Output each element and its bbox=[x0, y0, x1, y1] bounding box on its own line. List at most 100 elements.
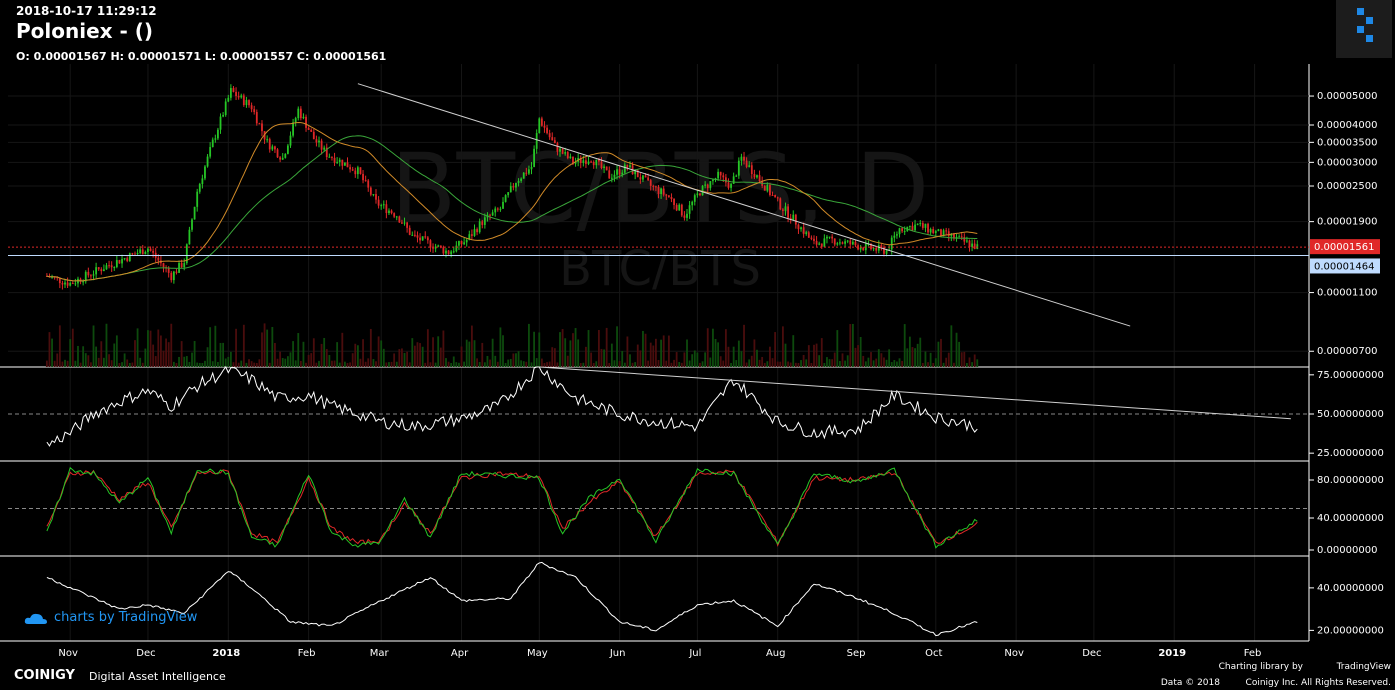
candle-body bbox=[898, 228, 901, 235]
volume-bar bbox=[512, 353, 515, 367]
volume-bar bbox=[356, 345, 359, 367]
volume-bar bbox=[61, 361, 64, 367]
volume-bar bbox=[489, 359, 491, 367]
volume-bar bbox=[406, 351, 409, 367]
candle-body bbox=[299, 108, 302, 119]
x-tick-label: 2019 bbox=[1158, 648, 1186, 659]
volume-bar bbox=[191, 352, 193, 367]
candle-body bbox=[807, 232, 810, 238]
volume-bar bbox=[976, 359, 979, 367]
volume-bar bbox=[204, 360, 206, 367]
candle-body bbox=[455, 245, 458, 252]
copyright-label: Data © 2018 bbox=[1160, 678, 1220, 688]
candle-body bbox=[447, 250, 450, 255]
candle-body bbox=[717, 171, 720, 179]
volume-bar bbox=[597, 329, 600, 367]
volume-bar bbox=[608, 362, 611, 367]
volume-bar bbox=[395, 361, 398, 367]
candle-body bbox=[424, 236, 427, 238]
volume-bar bbox=[649, 342, 652, 367]
candle-body bbox=[483, 217, 486, 225]
volume-bar bbox=[577, 339, 580, 367]
y-tick-label: 0.00000700 bbox=[1317, 346, 1377, 357]
volume-bar bbox=[152, 344, 155, 367]
candle-body bbox=[170, 272, 173, 281]
volume-bar bbox=[338, 362, 341, 367]
candle-body bbox=[305, 116, 307, 128]
candle-body bbox=[131, 253, 134, 255]
candle-body bbox=[706, 184, 709, 189]
volume-bar bbox=[90, 362, 92, 367]
volume-bar bbox=[268, 362, 271, 367]
candle-body bbox=[859, 247, 862, 250]
rsi-line bbox=[46, 366, 978, 447]
volume-bar bbox=[416, 342, 419, 367]
rsi-y-tick-label: 50.00000000 bbox=[1317, 409, 1384, 420]
volume-bar bbox=[346, 362, 349, 367]
volume-bar bbox=[305, 362, 307, 367]
candle-body bbox=[688, 205, 691, 214]
volume-bar bbox=[401, 348, 403, 367]
chart-canvas[interactable]: BTC/BTS, DBTC/BTS Nov Dec 2018 Feb Mar Apr May J… bbox=[0, 0, 1395, 690]
volume-bar bbox=[74, 360, 77, 367]
volume-bar bbox=[180, 341, 183, 367]
volume-bar bbox=[525, 361, 528, 367]
candle-body bbox=[292, 122, 294, 136]
candle-body bbox=[82, 281, 85, 283]
volume-bar bbox=[284, 358, 287, 367]
volume-bar bbox=[673, 359, 675, 367]
volume-bar bbox=[354, 343, 357, 367]
volume-bar bbox=[421, 346, 424, 367]
candle-body bbox=[745, 160, 748, 167]
volume-bar bbox=[901, 360, 904, 367]
volume-bar bbox=[390, 361, 393, 367]
candle-body bbox=[522, 172, 525, 179]
candle-body bbox=[502, 201, 504, 209]
candle-body bbox=[781, 209, 784, 211]
candle-body bbox=[279, 157, 282, 160]
candle-body bbox=[201, 178, 204, 185]
volume-bar bbox=[375, 361, 377, 367]
volume-bar bbox=[730, 362, 732, 367]
candle-body bbox=[667, 195, 670, 197]
candle-body bbox=[818, 243, 821, 245]
tradingview-attribution[interactable]: charts by TradingView bbox=[24, 610, 197, 625]
candle-body bbox=[331, 156, 333, 158]
candle-body bbox=[494, 208, 497, 213]
volume-bar bbox=[973, 354, 976, 367]
volume-bar bbox=[385, 362, 388, 367]
candle-body bbox=[320, 140, 323, 150]
volume-bar bbox=[737, 340, 740, 367]
candle-body bbox=[509, 186, 512, 193]
candle-body bbox=[255, 111, 258, 124]
candle-body bbox=[600, 161, 603, 169]
candle-body bbox=[95, 267, 98, 275]
volume-bar bbox=[769, 346, 771, 367]
candle-body bbox=[372, 194, 375, 196]
candle-body bbox=[180, 263, 183, 268]
volume-bar bbox=[235, 328, 237, 367]
volume-bar bbox=[476, 358, 478, 367]
volume-bar bbox=[110, 360, 113, 367]
volume-bar bbox=[372, 359, 375, 367]
volume-bar bbox=[859, 336, 862, 367]
candle-body bbox=[735, 175, 738, 177]
candle-body bbox=[841, 242, 844, 244]
volume-bar bbox=[261, 332, 263, 367]
volume-bar bbox=[940, 338, 942, 367]
candle-body bbox=[351, 169, 354, 171]
candle-body bbox=[242, 95, 245, 106]
candle-body bbox=[810, 237, 813, 239]
volume-bar bbox=[139, 357, 142, 367]
candle-body bbox=[87, 271, 90, 276]
candle-body bbox=[613, 174, 616, 178]
candle-body bbox=[491, 212, 494, 216]
candle-body bbox=[608, 170, 611, 179]
volume-bar bbox=[320, 343, 323, 367]
volume-bar bbox=[655, 338, 657, 367]
volume-bar bbox=[224, 358, 227, 367]
volume-bar bbox=[201, 362, 204, 367]
candle-body bbox=[590, 161, 593, 163]
candle-body bbox=[903, 231, 906, 233]
y-tick-label: 0.00001100 bbox=[1317, 288, 1377, 299]
